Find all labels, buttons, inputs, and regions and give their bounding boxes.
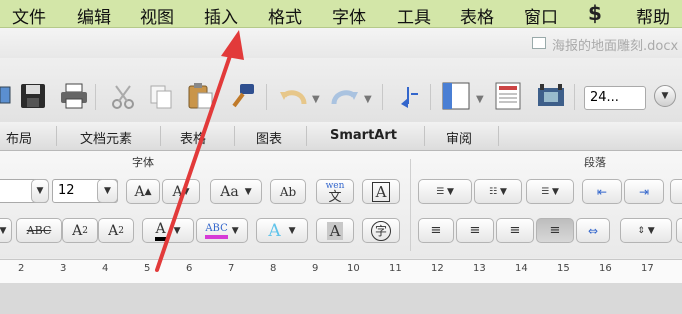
annotation-arrow bbox=[155, 30, 244, 272]
